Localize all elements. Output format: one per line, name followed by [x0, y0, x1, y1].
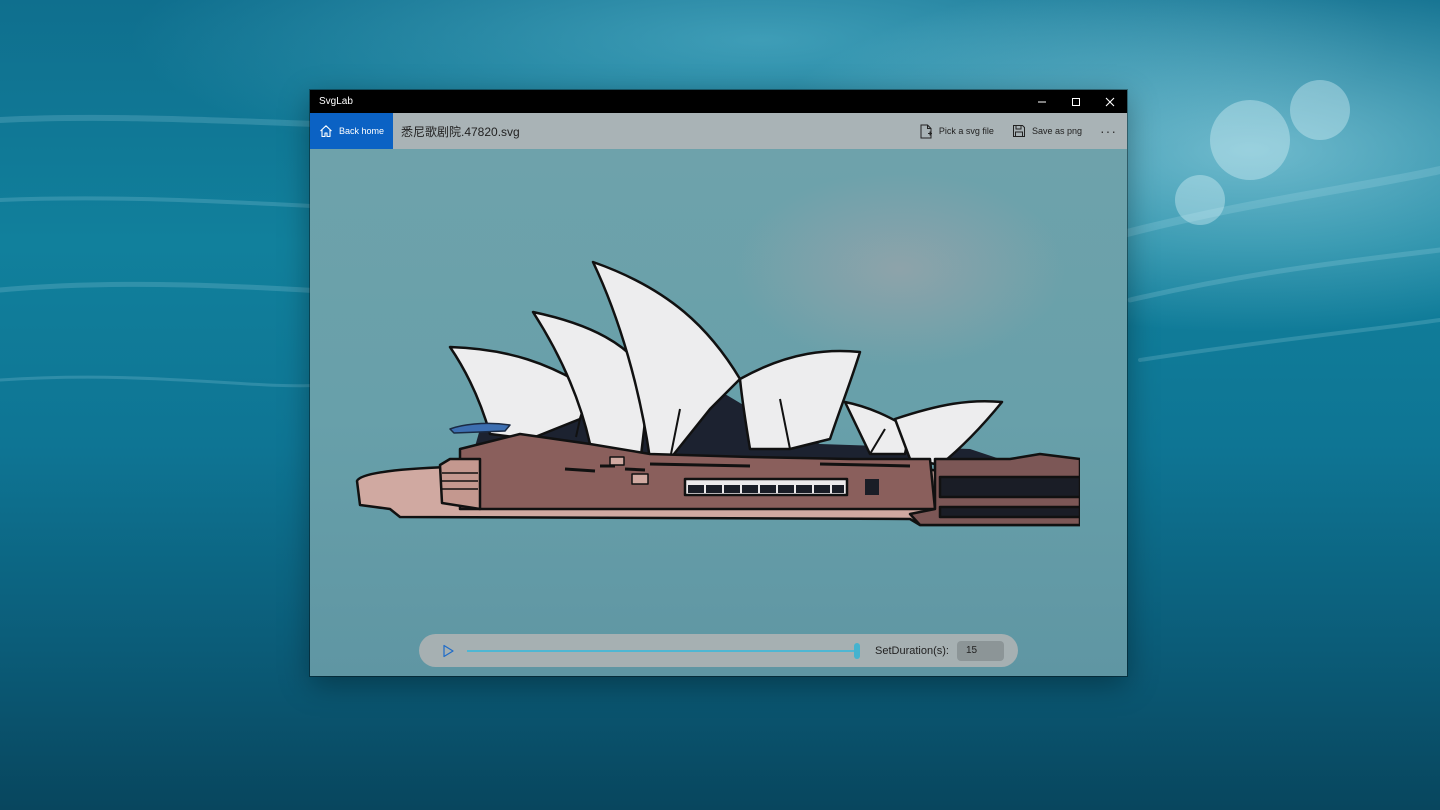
- slider-track: [467, 649, 860, 652]
- window-title: SvgLab: [319, 96, 353, 107]
- progress-slider[interactable]: [467, 642, 860, 659]
- animation-player: SetDuration(s): 15: [419, 634, 1018, 667]
- pick-svg-label: Pick a svg file: [938, 126, 994, 136]
- back-home-button[interactable]: Back home: [310, 113, 393, 149]
- duration-input[interactable]: 15: [956, 640, 1004, 661]
- save-png-button[interactable]: Save as png: [1012, 124, 1082, 138]
- window-controls: [1025, 90, 1127, 113]
- home-icon: [320, 125, 332, 138]
- file-name: 悉尼歌剧院.47820.svg: [401, 124, 520, 139]
- save-png-label: Save as png: [1031, 126, 1082, 136]
- play-button[interactable]: [441, 644, 455, 658]
- minimize-icon: [1038, 101, 1046, 102]
- title-bar: SvgLab: [310, 90, 1127, 113]
- close-icon: [1105, 97, 1115, 106]
- maximize-button[interactable]: [1059, 90, 1093, 113]
- back-home-label: Back home: [339, 126, 385, 136]
- toolbar-actions: Pick a svg file Save as png ···: [919, 113, 1127, 149]
- save-icon: [1012, 125, 1025, 137]
- pick-svg-button[interactable]: Pick a svg file: [919, 124, 994, 139]
- more-options-button[interactable]: ···: [1100, 123, 1117, 139]
- play-icon: [443, 644, 454, 657]
- file-add-icon: [920, 124, 932, 138]
- maximize-icon: [1072, 97, 1080, 106]
- app-window: SvgLab Back home 悉尼歌剧院.47820.svg Pick a …: [310, 90, 1127, 676]
- svg-preview-area: SetDuration(s): 15: [310, 149, 1127, 676]
- duration-label: SetDuration(s):: [875, 644, 949, 657]
- opera-house-artwork: [355, 260, 1080, 527]
- minimize-button[interactable]: [1025, 90, 1059, 113]
- slider-thumb[interactable]: [854, 642, 860, 659]
- toolbar: Back home 悉尼歌剧院.47820.svg Pick a svg fil…: [310, 113, 1127, 149]
- close-button[interactable]: [1093, 90, 1127, 113]
